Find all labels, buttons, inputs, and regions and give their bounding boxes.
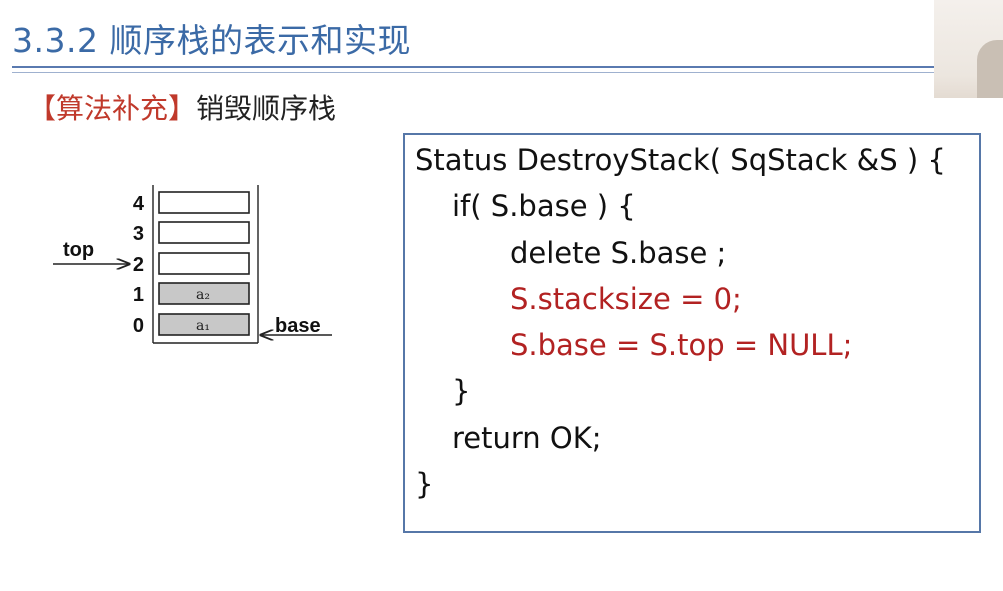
index-label-0: 0 — [133, 315, 144, 337]
page-title: 3.3.2 顺序栈的表示和实现 — [12, 21, 411, 60]
stack-cell-4 — [158, 191, 250, 214]
cell-value-0: a₁ — [196, 318, 210, 334]
cell-value-1: a₂ — [196, 287, 210, 303]
presenter-video-thumbnail — [934, 0, 1003, 108]
subtitle-text: 销毁顺序栈 — [196, 92, 337, 125]
code-line-8: } — [415, 467, 434, 501]
index-label-1: 1 — [133, 284, 144, 306]
section-subtitle: 【算法补充】销毁顺序栈 — [28, 87, 336, 127]
stack-diagram: a₂ a₁ 4 3 2 1 0 top base — [53, 185, 332, 344]
code-line-2: if( S.base ) { — [452, 189, 636, 223]
stack-cell-2 — [158, 252, 250, 275]
code-line-6: } — [452, 374, 471, 408]
code-block: Status DestroyStack( SqStack &S ) { if( … — [403, 133, 981, 533]
index-label-2: 2 — [133, 254, 144, 276]
code-line-4: S.stacksize = 0; — [510, 282, 742, 316]
title-divider-thin — [12, 72, 934, 73]
code-line-7: return OK; — [452, 421, 602, 455]
code-line-5: S.base = S.top = NULL; — [510, 328, 853, 362]
code-line-3: delete S.base ; — [510, 236, 727, 270]
stack-cell-3 — [158, 221, 250, 244]
top-label: top — [63, 239, 94, 261]
base-label: base — [275, 315, 321, 337]
index-label-3: 3 — [133, 223, 144, 245]
index-label-4: 4 — [133, 193, 145, 215]
subtitle-tag: 【算法补充】 — [28, 92, 197, 125]
code-line-1: Status DestroyStack( SqStack &S ) { — [415, 143, 946, 177]
title-divider — [12, 66, 934, 68]
